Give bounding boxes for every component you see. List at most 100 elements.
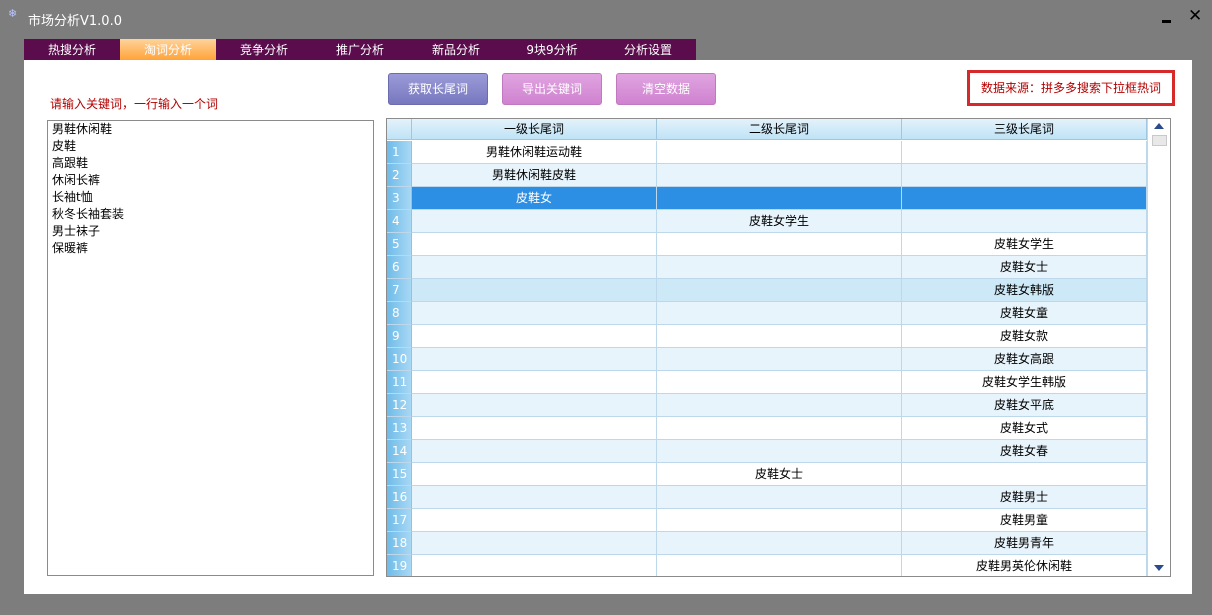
row-number-cell[interactable]: 19 <box>387 555 412 576</box>
row-number-cell[interactable]: 15 <box>387 463 412 486</box>
row-number-cell[interactable]: 1 <box>387 141 412 164</box>
row-number-cell[interactable]: 4 <box>387 210 412 233</box>
level1-cell[interactable] <box>412 348 657 371</box>
tab-promotion[interactable]: 推广分析 <box>312 39 408 60</box>
tab-settings[interactable]: 分析设置 <box>600 39 696 60</box>
tab-competition[interactable]: 竞争分析 <box>216 39 312 60</box>
row-number-cell[interactable]: 18 <box>387 532 412 555</box>
column-header-level1[interactable]: 一级长尾词 <box>412 119 657 140</box>
row-number-cell[interactable]: 11 <box>387 371 412 394</box>
export-keywords-button[interactable]: 导出关键词 <box>502 73 602 105</box>
level3-cell[interactable]: 皮鞋女士 <box>902 256 1147 279</box>
level1-cell[interactable] <box>412 394 657 417</box>
level3-cell[interactable]: 皮鞋女平底 <box>902 394 1147 417</box>
close-button[interactable]: ✕ <box>1188 8 1202 25</box>
level3-cell[interactable]: 皮鞋女春 <box>902 440 1147 463</box>
level3-cell[interactable]: 皮鞋男士 <box>902 486 1147 509</box>
level3-cell[interactable] <box>902 141 1147 164</box>
scroll-up-icon[interactable] <box>1154 123 1164 129</box>
row-number-cell[interactable]: 13 <box>387 417 412 440</box>
row-number-cell[interactable]: 5 <box>387 233 412 256</box>
tab-hot-search[interactable]: 热搜分析 <box>24 39 120 60</box>
level1-cell[interactable] <box>412 210 657 233</box>
scroll-thumb[interactable] <box>1152 135 1167 146</box>
level2-cell[interactable] <box>657 532 902 555</box>
clear-data-button[interactable]: 清空数据 <box>616 73 716 105</box>
level1-cell[interactable] <box>412 302 657 325</box>
level1-cell[interactable] <box>412 279 657 302</box>
level2-cell[interactable]: 皮鞋女学生 <box>657 210 902 233</box>
tab-word-analysis[interactable]: 淘词分析 <box>120 39 216 60</box>
row-number-cell[interactable]: 12 <box>387 394 412 417</box>
level1-cell[interactable]: 男鞋休闲鞋皮鞋 <box>412 164 657 187</box>
row-number-cell[interactable]: 6 <box>387 256 412 279</box>
vertical-scrollbar[interactable] <box>1147 119 1170 576</box>
row-number-cell[interactable]: 16 <box>387 486 412 509</box>
tab-9-9[interactable]: 9块9分析 <box>504 39 600 60</box>
level3-cell[interactable] <box>902 164 1147 187</box>
level2-cell[interactable] <box>657 371 902 394</box>
level1-cell[interactable] <box>412 417 657 440</box>
minimize-button[interactable] <box>1160 8 1174 24</box>
level3-cell[interactable] <box>902 187 1147 210</box>
column-header-level2[interactable]: 二级长尾词 <box>657 119 902 140</box>
row-number-cell[interactable]: 3 <box>387 187 412 210</box>
column-header-level3[interactable]: 三级长尾词 <box>902 119 1147 140</box>
level2-cell[interactable] <box>657 164 902 187</box>
level2-cell[interactable] <box>657 348 902 371</box>
level2-cell[interactable] <box>657 509 902 532</box>
level3-cell[interactable]: 皮鞋女学生韩版 <box>902 371 1147 394</box>
keyword-line: 长袖t恤 <box>52 190 93 204</box>
level3-cell[interactable]: 皮鞋女款 <box>902 325 1147 348</box>
level3-cell[interactable]: 皮鞋女童 <box>902 302 1147 325</box>
row-number-cell[interactable]: 9 <box>387 325 412 348</box>
level2-cell[interactable] <box>657 325 902 348</box>
level3-cell[interactable] <box>902 210 1147 233</box>
row-number-cell[interactable]: 8 <box>387 302 412 325</box>
level3-cell[interactable]: 皮鞋女学生 <box>902 233 1147 256</box>
long-tail-grid[interactable]: 一级长尾词 二级长尾词 三级长尾词 1 男鞋休闲鞋运动鞋 2 男鞋休闲鞋皮鞋 3 皮鞋女 4… <box>386 118 1171 577</box>
level1-cell[interactable] <box>412 555 657 576</box>
row-number-cell[interactable]: 7 <box>387 279 412 302</box>
level1-cell[interactable] <box>412 463 657 486</box>
level1-cell[interactable] <box>412 256 657 279</box>
level2-cell[interactable] <box>657 279 902 302</box>
title-bar[interactable]: ❄ 市场分析V1.0.0 ✕ <box>0 0 1212 36</box>
level2-cell[interactable] <box>657 141 902 164</box>
level3-cell[interactable]: 皮鞋女韩版 <box>902 279 1147 302</box>
get-long-tail-button[interactable]: 获取长尾词 <box>388 73 488 105</box>
level3-cell[interactable]: 皮鞋女高跟 <box>902 348 1147 371</box>
level1-cell[interactable] <box>412 509 657 532</box>
level2-cell[interactable] <box>657 417 902 440</box>
level2-cell[interactable] <box>657 302 902 325</box>
level1-cell[interactable] <box>412 325 657 348</box>
scroll-down-icon[interactable] <box>1154 565 1164 571</box>
level2-cell[interactable] <box>657 256 902 279</box>
level3-cell[interactable]: 皮鞋男青年 <box>902 532 1147 555</box>
row-number-cell[interactable]: 2 <box>387 164 412 187</box>
level2-cell[interactable] <box>657 486 902 509</box>
level3-cell[interactable]: 皮鞋男英伦休闲鞋 <box>902 555 1147 576</box>
level2-cell[interactable] <box>657 394 902 417</box>
keyword-input[interactable]: 男鞋休闲鞋 皮鞋 高跟鞋 休闲长裤 长袖t恤 秋冬长袖套装 男士袜子 保暖裤 <box>47 120 374 576</box>
tab-new-product[interactable]: 新品分析 <box>408 39 504 60</box>
level1-cell[interactable] <box>412 486 657 509</box>
level2-cell[interactable] <box>657 440 902 463</box>
level2-cell[interactable]: 皮鞋女士 <box>657 463 902 486</box>
row-number-cell[interactable]: 14 <box>387 440 412 463</box>
level2-cell[interactable] <box>657 187 902 210</box>
level1-cell[interactable]: 皮鞋女 <box>412 187 657 210</box>
row-number-cell[interactable]: 17 <box>387 509 412 532</box>
level1-cell[interactable] <box>412 440 657 463</box>
level3-cell[interactable]: 皮鞋男童 <box>902 509 1147 532</box>
level2-cell[interactable] <box>657 555 902 576</box>
level1-cell[interactable] <box>412 233 657 256</box>
level1-cell[interactable]: 男鞋休闲鞋运动鞋 <box>412 141 657 164</box>
level3-cell[interactable]: 皮鞋女式 <box>902 417 1147 440</box>
row-number-cell[interactable]: 10 <box>387 348 412 371</box>
level2-cell[interactable] <box>657 233 902 256</box>
level1-cell[interactable] <box>412 371 657 394</box>
level3-cell[interactable] <box>902 463 1147 486</box>
level1-cell[interactable] <box>412 532 657 555</box>
keyword-line: 高跟鞋 <box>52 156 89 170</box>
